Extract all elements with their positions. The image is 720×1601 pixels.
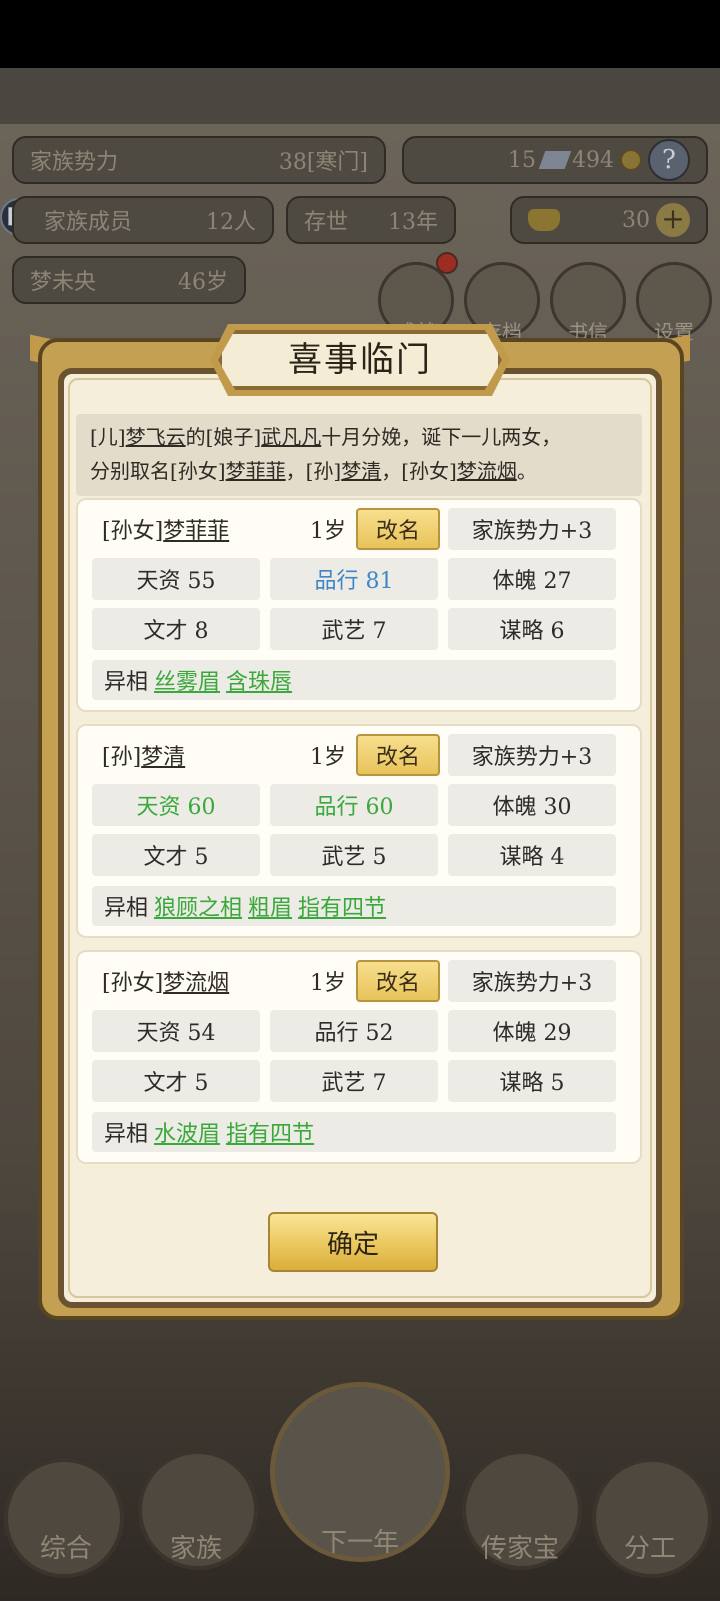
trait-link[interactable]: 指有四节: [298, 890, 386, 922]
stat-letters: 文才 5: [92, 1060, 260, 1102]
child-relation: [孙女]: [102, 519, 164, 544]
gold-pill: 30 +: [510, 196, 708, 244]
child-name-row: [孙女] 梦流烟 1岁: [92, 960, 356, 1002]
child-name[interactable]: 梦流烟: [163, 965, 229, 997]
patriarch-name: 梦未央: [30, 270, 97, 295]
stat-talent: 天资 60: [92, 784, 260, 826]
exist-value: 13年: [388, 210, 438, 235]
child-name[interactable]: 梦菲菲: [163, 513, 229, 545]
nav-heirloom-label: 传家宝: [480, 1534, 559, 1564]
family-power-value: 38[寒门]: [278, 150, 368, 175]
trait-row: 异相 狼顾之相 粗眉 指有四节: [92, 886, 616, 926]
announce-text: [儿]: [90, 425, 126, 449]
trait-link[interactable]: 丝雾眉: [154, 664, 220, 696]
nav-next-year-label: 下一年: [320, 1528, 399, 1558]
gold-count: 30: [622, 207, 650, 233]
nav-family-label: 家族: [169, 1534, 222, 1564]
rename-button[interactable]: 改名: [356, 734, 440, 776]
rename-button[interactable]: 改名: [356, 960, 440, 1002]
trait-row: 异相 水波眉 指有四节: [92, 1112, 616, 1152]
announce-text: 。: [516, 459, 537, 483]
announce-text: ，[孙女]: [381, 459, 457, 483]
exist-label: 存世: [304, 210, 349, 235]
top-strip: [0, 68, 720, 124]
rename-button[interactable]: 改名: [356, 508, 440, 550]
add-gold-icon[interactable]: +: [656, 203, 690, 237]
trait-label: 异相: [104, 670, 149, 695]
stat-strategy: 谋略 6: [448, 608, 616, 650]
family-power-bonus: 家族势力+3: [448, 508, 616, 550]
patriarch-pill: 梦未央 46岁: [12, 256, 246, 304]
stat-strategy: 谋略 5: [448, 1060, 616, 1102]
trait-link[interactable]: 粗眉: [248, 890, 292, 922]
gem-count: 15: [508, 147, 536, 173]
exist-pill: 存世 13年: [286, 196, 456, 244]
currency-pill: 15 494 ?: [402, 136, 708, 184]
family-power-bonus: 家族势力+3: [448, 960, 616, 1002]
status-bar: [0, 0, 720, 68]
stat-conduct: 品行 81: [270, 558, 438, 600]
trait-link[interactable]: 指有四节: [226, 1116, 314, 1148]
members-value: 12人: [206, 210, 256, 235]
family-power-pill: 家族势力 38[寒门]: [12, 136, 386, 184]
stat-physique: 体魄 29: [448, 1010, 616, 1052]
confirm-button[interactable]: 确定: [268, 1212, 438, 1272]
trait-link[interactable]: 含珠唇: [226, 664, 292, 696]
patriarch-age: 46岁: [178, 270, 228, 295]
coin-count: 494: [572, 147, 614, 173]
stat-talent: 天资 55: [92, 558, 260, 600]
child-card-2: [孙] 梦清 1岁 改名 家族势力+3 天资 60 品行 60 体魄 30 文才 …: [76, 724, 642, 938]
child-card-3: [孙女] 梦流烟 1岁 改名 家族势力+3 天资 54 品行 52 体魄 29 文…: [76, 950, 642, 1164]
nav-overview-label: 综合: [39, 1534, 92, 1564]
gold-ingot-icon: [528, 209, 560, 231]
stat-strategy: 谋略 4: [448, 834, 616, 876]
nav-division-label: 分工: [623, 1534, 676, 1564]
child-name[interactable]: 梦清: [141, 739, 185, 771]
announce-name: 武凡凡: [261, 425, 322, 449]
help-icon[interactable]: ?: [648, 139, 690, 181]
child-name-row: [孙女] 梦菲菲 1岁: [92, 508, 356, 550]
members-pill: 家族成员 12人: [12, 196, 274, 244]
announce-text: 分别取名[孙女]: [90, 459, 226, 483]
stat-physique: 体魄 30: [448, 784, 616, 826]
trait-label: 异相: [104, 896, 149, 921]
modal-title: 喜事临门: [288, 340, 432, 380]
birth-announcement: [儿]梦飞云的[娘子]武凡凡十月分娩，诞下一儿两女， 分别取名[孙女]梦菲菲，[…: [76, 414, 642, 496]
trait-row: 异相 丝雾眉 含珠唇: [92, 660, 616, 700]
stat-letters: 文才 8: [92, 608, 260, 650]
trait-link[interactable]: 水波眉: [154, 1116, 220, 1148]
announce-name: 梦飞云: [125, 425, 186, 449]
members-label: 家族成员: [44, 210, 133, 235]
announce-text: ，[孙]: [285, 459, 342, 483]
coin-icon: [620, 149, 642, 171]
announce-name: 梦清: [341, 459, 382, 483]
child-relation: [孙]: [102, 745, 142, 770]
child-relation: [孙女]: [102, 971, 164, 996]
trait-link[interactable]: 狼顾之相: [154, 890, 242, 922]
child-age: 1岁: [310, 519, 346, 544]
announce-name: 梦菲菲: [225, 459, 286, 483]
stat-talent: 天资 54: [92, 1010, 260, 1052]
announce-text: 的[娘子]: [185, 425, 262, 449]
stat-martial: 武艺 7: [270, 1060, 438, 1102]
trait-label: 异相: [104, 1122, 149, 1147]
child-age: 1岁: [310, 745, 346, 770]
announce-name: 梦流烟: [456, 459, 517, 483]
family-power-bonus: 家族势力+3: [448, 734, 616, 776]
family-power-label: 家族势力: [30, 150, 119, 175]
gem-icon: [538, 151, 572, 169]
stat-letters: 文才 5: [92, 834, 260, 876]
stat-conduct: 品行 60: [270, 784, 438, 826]
child-card-1: [孙女] 梦菲菲 1岁 改名 家族势力+3 天资 55 品行 81 体魄 27 文…: [76, 498, 642, 712]
announce-text: 十月分娩，诞下一儿两女，: [321, 425, 562, 449]
stat-physique: 体魄 27: [448, 558, 616, 600]
stat-conduct: 品行 52: [270, 1010, 438, 1052]
child-name-row: [孙] 梦清 1岁: [92, 734, 356, 776]
child-age: 1岁: [310, 971, 346, 996]
notification-dot: [436, 252, 458, 274]
stat-martial: 武艺 7: [270, 608, 438, 650]
stat-martial: 武艺 5: [270, 834, 438, 876]
